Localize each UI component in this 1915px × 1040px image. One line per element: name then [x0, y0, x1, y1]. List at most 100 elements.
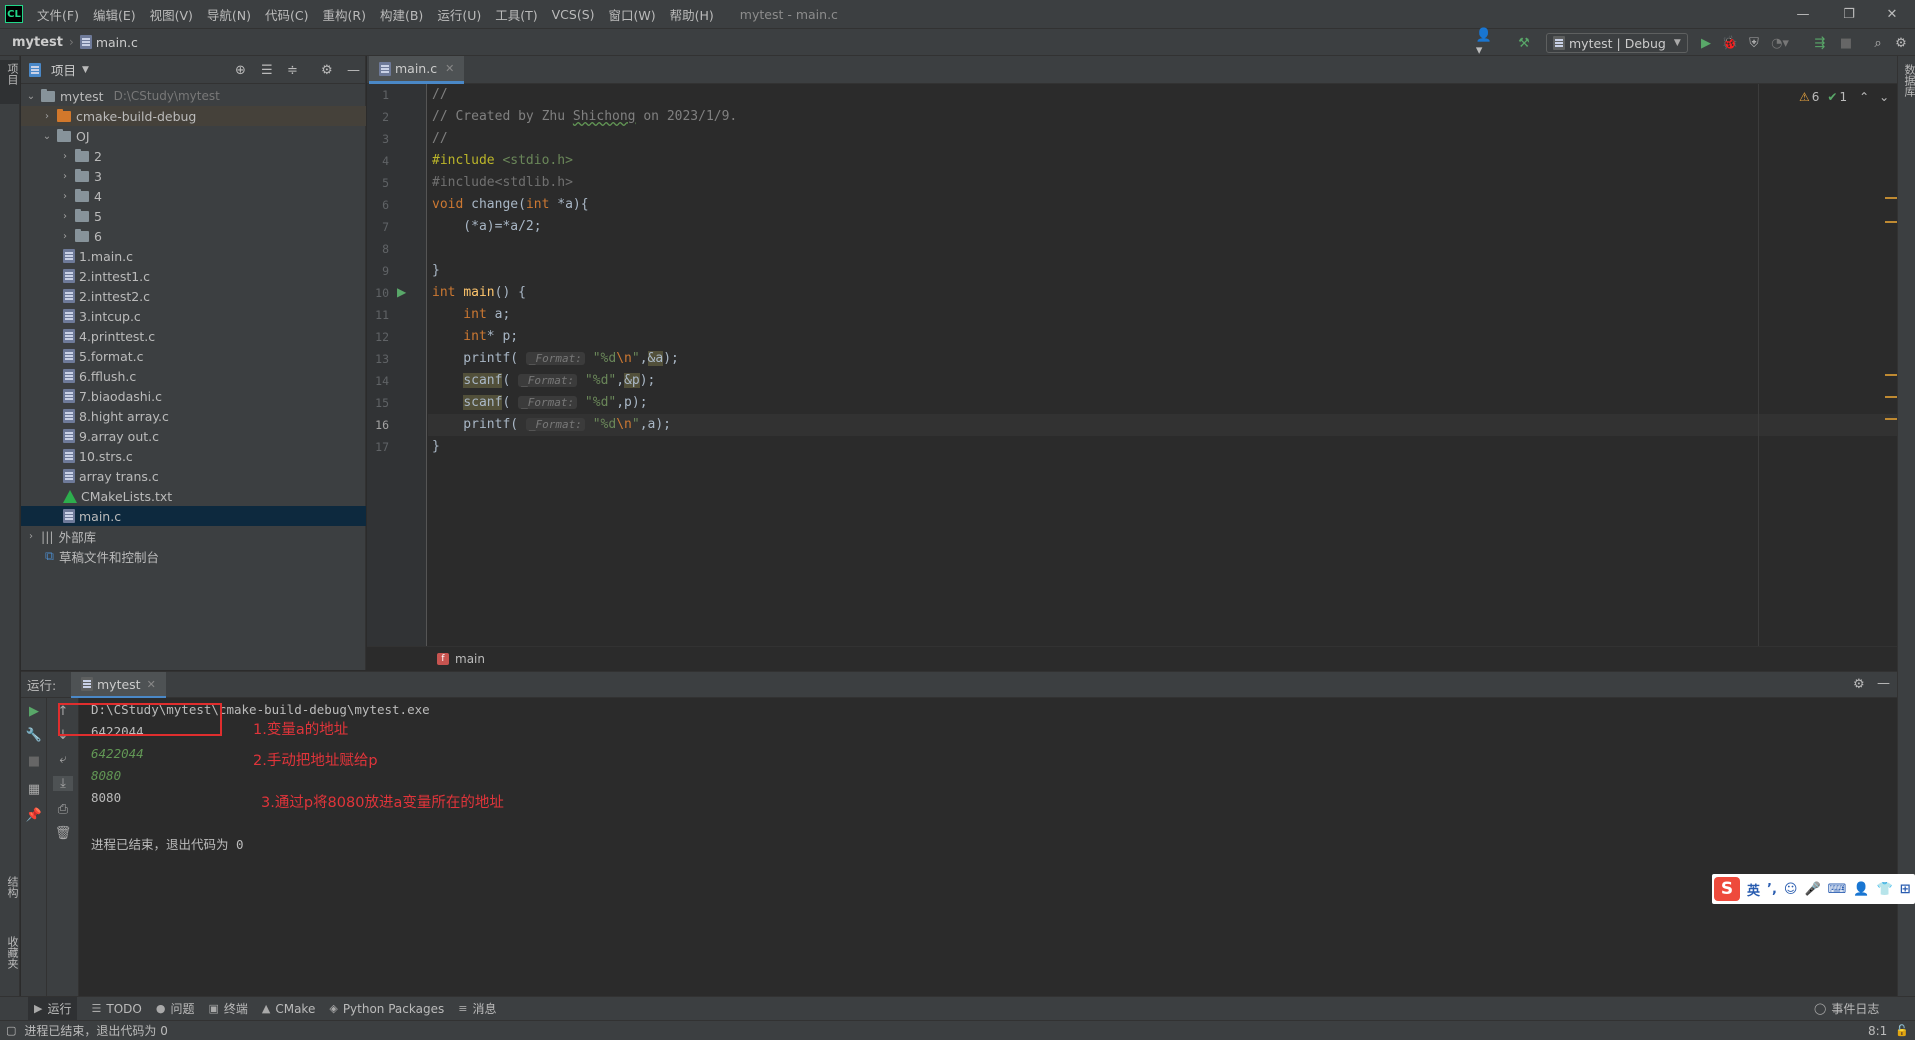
hide-panel-icon[interactable]: —: [347, 63, 360, 78]
project-panel-title[interactable]: 项目: [51, 60, 76, 79]
warning-stripe-marker[interactable]: [1885, 418, 1897, 420]
tree-item-file[interactable]: 1.main.c: [21, 246, 366, 266]
warning-stripe-marker[interactable]: [1885, 197, 1897, 199]
warning-stripe-marker[interactable]: [1885, 396, 1897, 398]
soft-wrap-icon[interactable]: ⤶: [53, 752, 73, 767]
menu-edit[interactable]: 编辑(E): [93, 5, 136, 24]
toolwindow-problems[interactable]: ● 问题: [156, 1000, 195, 1017]
ime-menu-icon[interactable]: ⊞: [1900, 882, 1911, 897]
breadcrumb-project[interactable]: mytest: [12, 35, 63, 50]
gear-icon[interactable]: ⚙: [321, 63, 333, 78]
warning-stripe-marker[interactable]: [1885, 221, 1897, 223]
next-highlight-icon[interactable]: ⌄: [1879, 90, 1889, 104]
hide-panel-icon[interactable]: —: [1877, 676, 1890, 691]
tree-item-file[interactable]: 9.array out.c: [21, 426, 366, 446]
status-message[interactable]: 进程已结束，退出代码为 0: [24, 1022, 167, 1039]
tree-item-scratches[interactable]: ⧉ 草稿文件和控制台: [21, 546, 366, 566]
menu-build[interactable]: 构建(B): [380, 5, 423, 24]
lock-icon[interactable]: 🔓: [1895, 1024, 1909, 1037]
tree-item-file[interactable]: 2.inttest1.c: [21, 266, 366, 286]
pin-icon[interactable]: 📌: [24, 808, 44, 823]
profile-icon[interactable]: ◔▾: [1771, 35, 1789, 51]
coverage-icon[interactable]: ⛨: [1746, 35, 1762, 51]
search-icon[interactable]: ⌕: [1870, 35, 1886, 51]
ime-voice-icon[interactable]: 🎤: [1804, 882, 1820, 897]
wrench-icon[interactable]: 🔧: [24, 728, 44, 743]
ime-emoji-icon[interactable]: ☺: [1784, 882, 1798, 897]
toolwindow-run[interactable]: ▶ 运行: [28, 997, 78, 1020]
warning-stripe-marker[interactable]: [1885, 374, 1897, 376]
code-editor[interactable]: 1 2 3 4 5 6 7 8 9 10 11 12 13 14 15 16 1…: [367, 84, 1897, 646]
ime-keyboard-icon[interactable]: ⌨: [1828, 882, 1847, 897]
tree-item-cmakelists[interactable]: CMakeLists.txt: [21, 486, 366, 506]
status-icon[interactable]: ▢: [6, 1024, 16, 1037]
project-tool-button[interactable]: 项目: [0, 60, 20, 104]
run-configuration-select[interactable]: mytest | Debug ▼: [1546, 33, 1688, 53]
menu-view[interactable]: 视图(V): [150, 5, 193, 24]
tree-item-file[interactable]: 10.strs.c: [21, 446, 366, 466]
menu-vcs[interactable]: VCS(S): [552, 7, 595, 22]
run-tab-mytest[interactable]: mytest ✕: [71, 672, 166, 699]
close-tab-icon[interactable]: ✕: [445, 62, 454, 75]
toolwindow-terminal[interactable]: ▣ 终端: [208, 1000, 247, 1017]
expand-all-icon[interactable]: ☰: [261, 63, 273, 78]
tree-item-folder-3[interactable]: › 3: [21, 166, 366, 186]
print-icon[interactable]: ⎙: [53, 802, 73, 817]
stop-icon[interactable]: ■: [1838, 35, 1854, 51]
tree-item-file[interactable]: 5.format.c: [21, 346, 366, 366]
tree-item-folder-5[interactable]: › 5: [21, 206, 366, 226]
toolwindow-messages[interactable]: ≡ 消息: [458, 1000, 496, 1017]
run-gutter-icon[interactable]: ▶: [397, 285, 406, 299]
tree-item-external-libraries[interactable]: › ||| 外部库: [21, 526, 366, 546]
structure-tool-label[interactable]: 结构: [4, 876, 20, 898]
collapse-all-icon[interactable]: ≑: [287, 63, 298, 78]
ime-toolbar[interactable]: S 英 ’, ☺ 🎤 ⌨ 👤 👕 ⊞: [1712, 874, 1915, 904]
menu-code[interactable]: 代码(C): [265, 5, 308, 24]
ime-skin-icon[interactable]: 👕: [1877, 882, 1893, 897]
tree-item-file[interactable]: 2.inttest2.c: [21, 286, 366, 306]
menu-navigate[interactable]: 导航(N): [207, 5, 251, 24]
gear-icon[interactable]: ⚙: [1853, 677, 1865, 692]
tree-item-folder-6[interactable]: › 6: [21, 226, 366, 246]
tree-item-file[interactable]: 4.printtest.c: [21, 326, 366, 346]
close-tab-icon[interactable]: ✕: [147, 678, 156, 691]
layout-icon[interactable]: ▦: [24, 782, 44, 797]
chevron-down-icon[interactable]: ▼: [82, 65, 89, 75]
minimize-icon[interactable]: —: [1780, 0, 1826, 28]
editor-breadcrumb[interactable]: f main: [367, 646, 1897, 670]
breadcrumb-file[interactable]: main.c: [79, 35, 138, 50]
menu-refactor[interactable]: 重构(R): [323, 5, 366, 24]
database-tool-label[interactable]: 数据库: [1901, 64, 1915, 97]
tab-main-c[interactable]: main.c ✕: [369, 56, 465, 84]
menu-run[interactable]: 运行(U): [437, 5, 481, 24]
tree-item-folder-2[interactable]: › 2: [21, 146, 366, 166]
menu-window[interactable]: 窗口(W): [609, 5, 656, 24]
tree-item-file[interactable]: array trans.c: [21, 466, 366, 486]
trash-icon[interactable]: 🗑: [53, 826, 73, 841]
tree-item-folder-4[interactable]: › 4: [21, 186, 366, 206]
caret-position[interactable]: 8:1: [1868, 1024, 1887, 1038]
scroll-to-end-icon[interactable]: ⤓: [53, 776, 73, 791]
ime-user-icon[interactable]: 👤: [1853, 882, 1869, 897]
close-icon[interactable]: ✕: [1869, 0, 1915, 28]
debug-icon[interactable]: 🐞: [1722, 35, 1738, 51]
inspection-widget[interactable]: ⚠ 6 ✔ 1 ⌃ ⌄: [1799, 90, 1889, 104]
tree-item-main-c[interactable]: main.c: [21, 506, 366, 526]
stop-icon[interactable]: ■: [24, 754, 44, 769]
tree-item-oj[interactable]: ⌄ OJ: [21, 126, 366, 146]
rerun-icon[interactable]: ▶: [24, 704, 44, 719]
restore-icon[interactable]: ❐: [1826, 0, 1872, 28]
toolwindow-python-packages[interactable]: ◈ Python Packages: [329, 1002, 444, 1016]
tree-item-file[interactable]: 6.fflush.c: [21, 366, 366, 386]
sogou-logo-icon[interactable]: S: [1714, 877, 1740, 901]
toolwindow-cmake[interactable]: ▲ CMake: [262, 1002, 315, 1016]
toolwindow-event-log[interactable]: ◯ 事件日志: [1814, 1000, 1879, 1017]
menu-file[interactable]: 文件(F): [37, 5, 79, 24]
menu-tools[interactable]: 工具(T): [495, 5, 537, 24]
user-icon[interactable]: 👤▾: [1476, 28, 1492, 58]
tree-item-file[interactable]: 3.intcup.c: [21, 306, 366, 326]
settings-gear-icon[interactable]: ⚙: [1893, 35, 1909, 51]
tree-item-file[interactable]: 8.hight array.c: [21, 406, 366, 426]
previous-highlight-icon[interactable]: ⌃: [1859, 90, 1869, 104]
build-hammer-icon[interactable]: ⚒: [1516, 35, 1532, 51]
